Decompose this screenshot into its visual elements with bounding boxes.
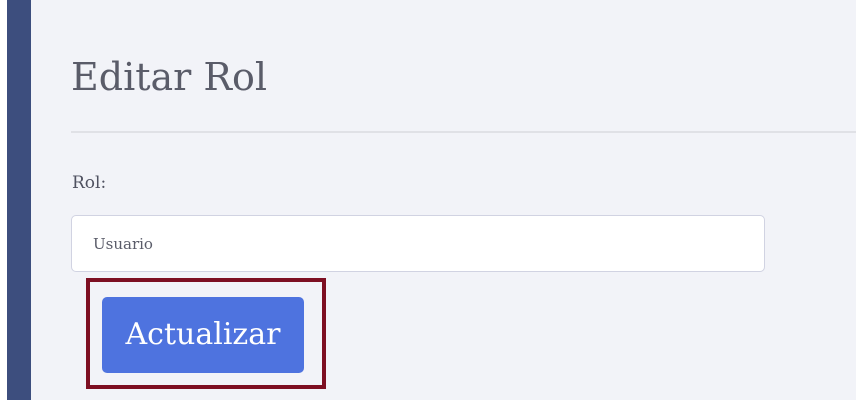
title-divider [71,131,856,133]
role-input[interactable] [71,215,765,272]
main-content: Editar Rol Rol: Actualizar [31,0,856,400]
left-margin [0,0,7,400]
update-button[interactable]: Actualizar [102,297,304,373]
page-title: Editar Rol [71,55,268,99]
role-label: Rol: [72,173,107,193]
sidebar-edge [7,0,31,400]
